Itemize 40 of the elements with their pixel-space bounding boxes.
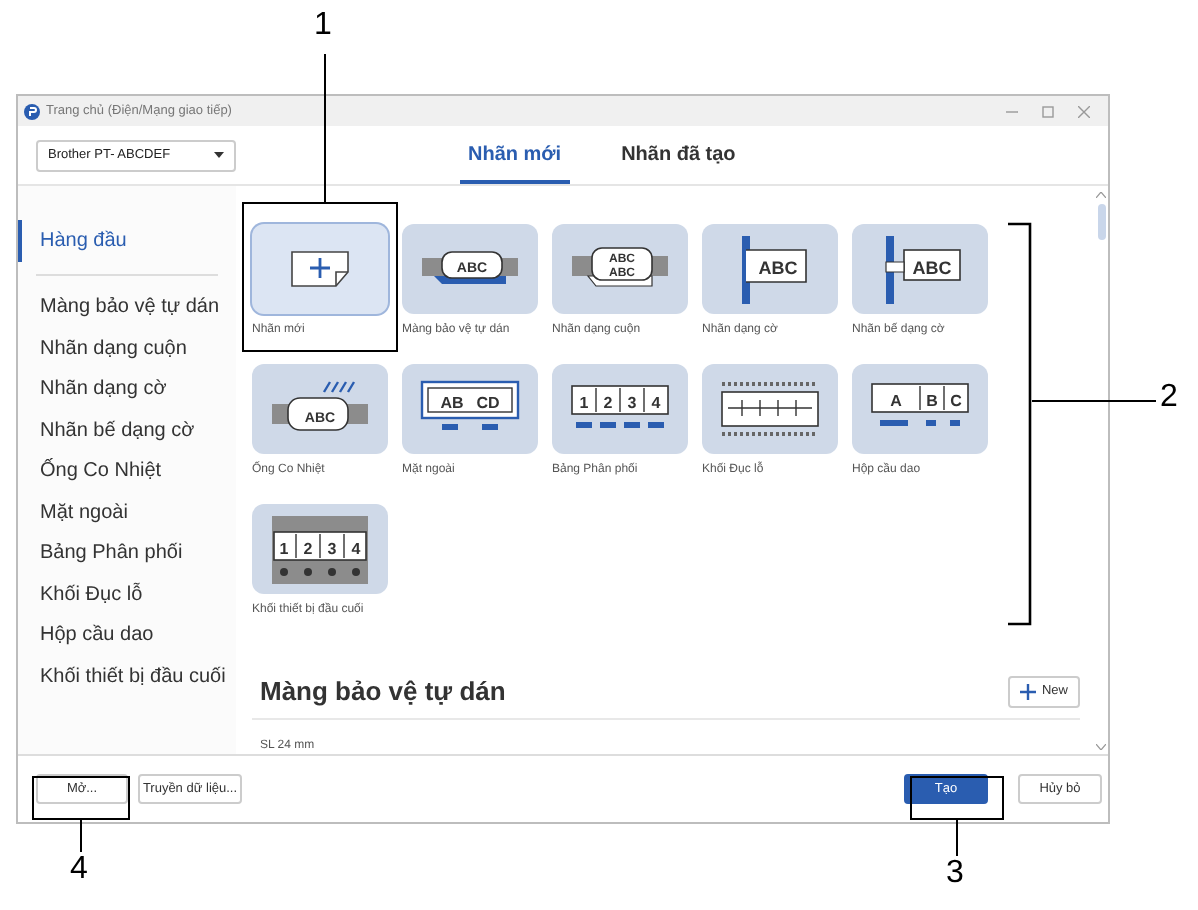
plus-icon — [1019, 683, 1036, 700]
sidebar-item[interactable]: Khối thiết bị đầu cuối — [18, 656, 236, 697]
sidebar-item[interactable]: Hàng đầu — [18, 220, 236, 261]
app-logo-icon — [24, 103, 40, 119]
label-type-tile[interactable]: ABC — [702, 224, 838, 314]
sidebar-item[interactable]: Mặt ngoài — [18, 492, 236, 533]
callout-number: 2 — [1160, 382, 1178, 414]
sidebar-item[interactable]: Nhãn dạng cờ — [18, 369, 236, 410]
label-type-tile[interactable]: 1 2 3 4 — [252, 504, 388, 594]
leader-line — [1032, 400, 1156, 403]
minimize-icon[interactable] — [1006, 105, 1018, 117]
highlight-frame — [910, 776, 1004, 820]
leader-line — [80, 820, 82, 852]
label-type-tile[interactable]: AB CD — [402, 364, 538, 454]
label-type-tile[interactable]: 1 2 3 4 — [552, 364, 688, 454]
label-type-tile[interactable]: ABC — [852, 224, 988, 314]
scrollbar-thumb[interactable] — [1097, 204, 1105, 240]
callout-number: 4 — [70, 854, 88, 886]
dropdown-caret-icon — [214, 152, 224, 158]
highlight-frame — [32, 776, 130, 820]
leader-line — [956, 820, 958, 856]
sidebar-item[interactable]: Ống Co Nhiệt — [18, 451, 236, 492]
scroll-down-icon[interactable] — [1096, 744, 1106, 750]
scroll-up-icon[interactable] — [1096, 192, 1106, 198]
sidebar-item[interactable]: Hộp cầu dao — [18, 615, 236, 656]
tab[interactable]: Nhãn mới — [460, 126, 570, 184]
callout-number: 1 — [314, 10, 332, 42]
close-icon[interactable] — [1078, 105, 1090, 117]
sidebar-item[interactable]: Màng bảo vệ tự dán — [18, 287, 236, 328]
sidebar-item[interactable]: Nhãn dạng cuộn — [18, 328, 236, 369]
label-type-tile[interactable] — [702, 364, 838, 454]
sidebar-item[interactable]: Khối Đục lỗ — [18, 574, 236, 615]
section-title: Màng bảo vệ tự dán — [260, 674, 506, 710]
maximize-icon[interactable] — [1042, 105, 1054, 117]
label-type-tile[interactable] — [252, 224, 388, 314]
tab[interactable]: Nhãn đã tạo — [613, 126, 744, 184]
sidebar-item[interactable]: Nhãn bế dạng cờ — [18, 410, 236, 451]
callout-number: 3 — [946, 858, 964, 890]
sidebar-item[interactable]: Bảng Phân phối — [18, 533, 236, 574]
label-type-tile[interactable]: A B C — [852, 364, 988, 454]
